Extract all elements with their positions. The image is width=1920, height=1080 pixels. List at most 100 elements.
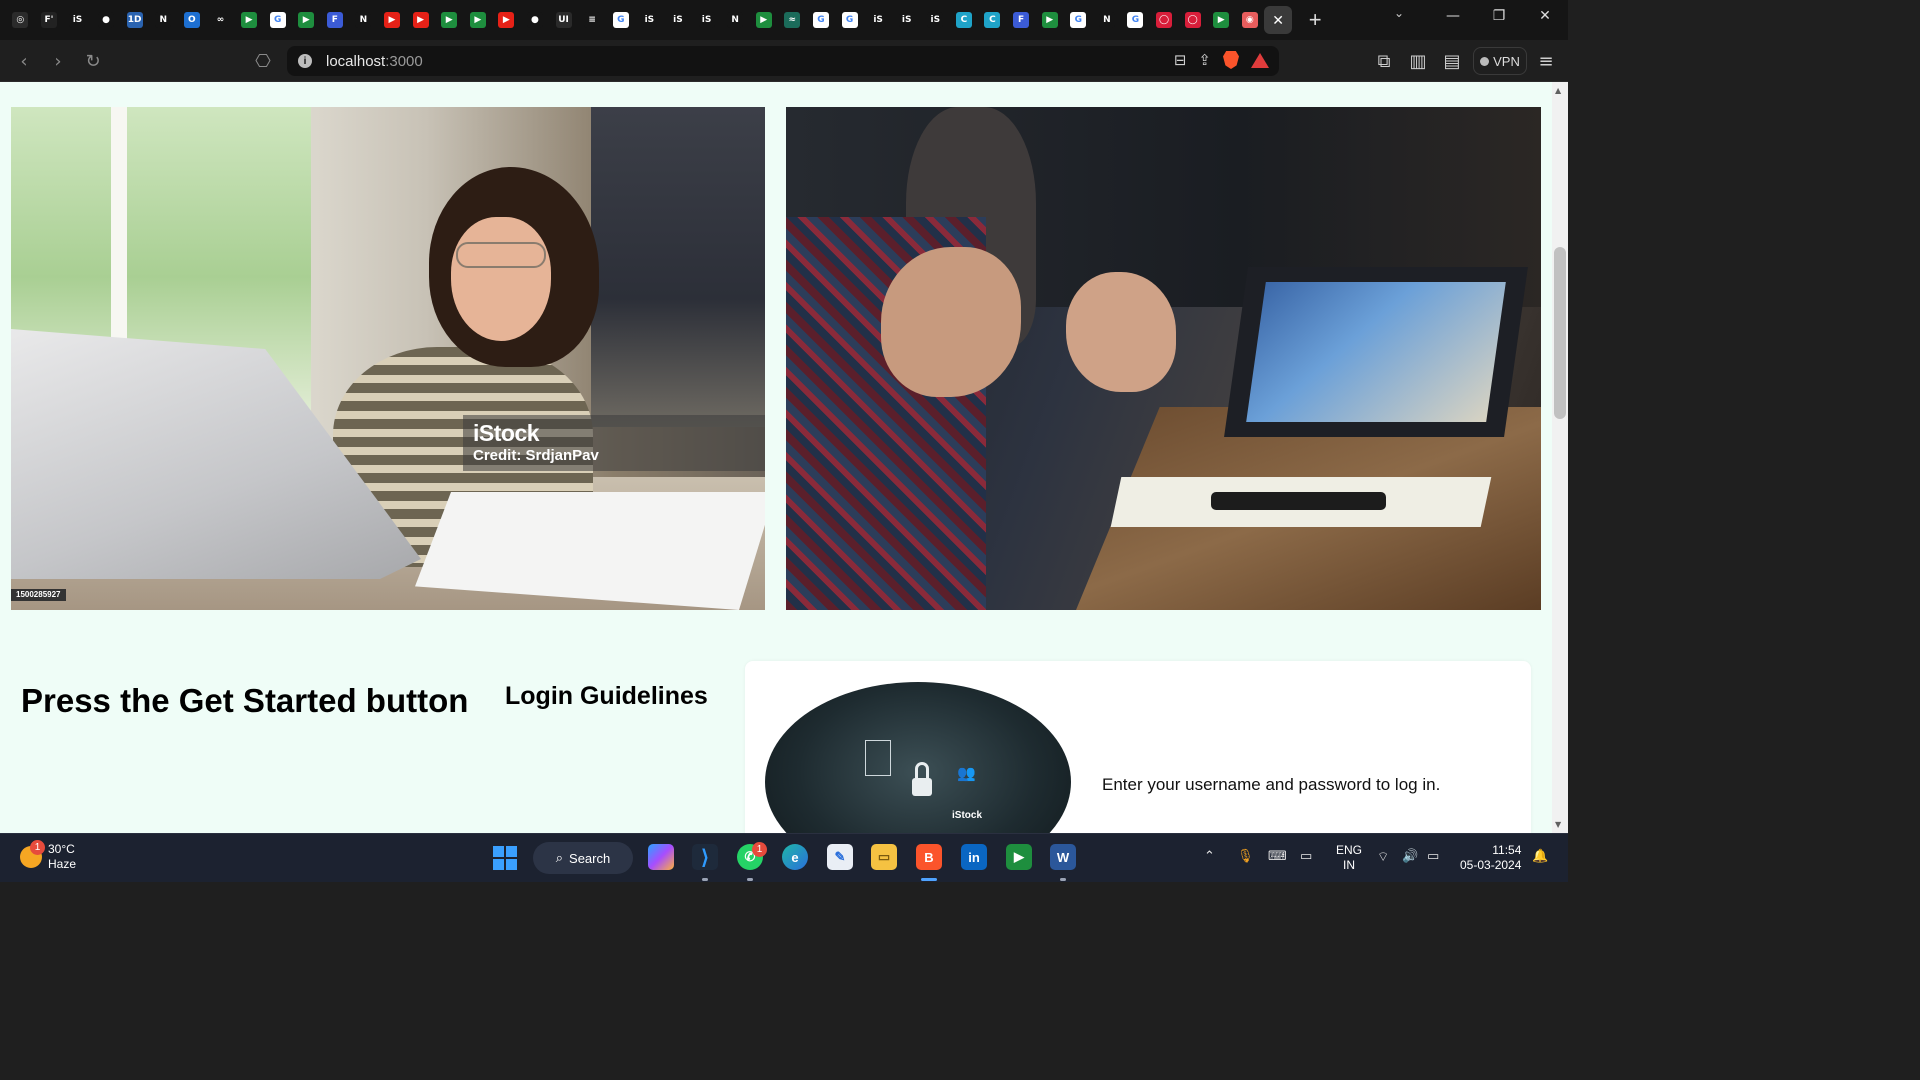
brave-rewards-icon[interactable] <box>1251 52 1269 68</box>
browser-tab[interactable]: ◉ <box>1236 6 1265 34</box>
browser-tab[interactable]: ▶ <box>492 6 521 34</box>
close-tab-icon[interactable]: ✕ <box>1272 12 1284 29</box>
browser-tab[interactable]: ▶ <box>464 6 493 34</box>
browser-tab[interactable]: ● <box>521 6 550 34</box>
taskbar-search[interactable]: ⌕ Search <box>533 842 633 874</box>
chatgpt-icon: ◎ <box>12 12 29 28</box>
browser-tab[interactable]: ▶ <box>292 6 321 34</box>
browser-tab[interactable]: F <box>321 6 350 34</box>
browser-tab[interactable]: C <box>950 6 979 34</box>
browser-tab[interactable]: iS <box>921 6 950 34</box>
web-icon: ≈ <box>784 12 801 28</box>
site-info-icon[interactable]: i <box>298 54 312 68</box>
active-tab[interactable]: ✕ <box>1264 6 1293 34</box>
browser-tab[interactable]: ≈ <box>778 6 807 34</box>
url-text[interactable]: localhost:3000 <box>326 53 423 70</box>
browser-tab[interactable]: G <box>606 6 635 34</box>
browser-tab[interactable]: N <box>721 6 750 34</box>
browser-tab[interactable]: G <box>1121 6 1150 34</box>
browser-tab[interactable]: G <box>1064 6 1093 34</box>
browser-tab[interactable]: iS <box>664 6 693 34</box>
edge-icon[interactable]: e <box>782 844 808 870</box>
linkedin-icon[interactable]: in <box>961 844 987 870</box>
forms-icon: F <box>326 12 343 28</box>
extensions-icon[interactable]: ⧉ <box>1373 50 1395 72</box>
new-tab-button[interactable]: + <box>1300 6 1330 34</box>
scroll-down-icon[interactable]: ▼ <box>1555 820 1561 829</box>
back-icon[interactable]: ‹ <box>13 50 35 72</box>
start-icon[interactable] <box>493 846 517 870</box>
browser-tab[interactable]: N <box>349 6 378 34</box>
browser-tab[interactable]: G <box>835 6 864 34</box>
scrollbar[interactable]: ▲ ▼ <box>1552 82 1568 833</box>
browser-tab[interactable]: ◎ <box>6 6 35 34</box>
browser-tab[interactable]: ▶ <box>749 6 778 34</box>
browser-tab[interactable]: iS <box>635 6 664 34</box>
browser-tab[interactable]: O <box>178 6 207 34</box>
scroll-up-icon[interactable]: ▲ <box>1555 86 1561 95</box>
browser-tab[interactable]: G <box>807 6 836 34</box>
restore-icon[interactable]: ❐ <box>1476 8 1522 24</box>
battery-icon[interactable]: ▭ <box>1427 849 1439 864</box>
wifi-icon[interactable]: ⌔ <box>1377 849 1389 865</box>
browser-tab[interactable]: iS <box>63 6 92 34</box>
notepad-icon[interactable]: ✎ <box>827 844 853 870</box>
tab-search-chevron-icon[interactable]: ⌄ <box>1394 6 1404 20</box>
copilot-icon[interactable] <box>648 844 674 870</box>
browser-tab[interactable]: G <box>263 6 292 34</box>
meet-icon[interactable]: ▶ <box>1006 844 1032 870</box>
browser-tab[interactable]: ▶ <box>406 6 435 34</box>
browser-tab[interactable]: iS <box>864 6 893 34</box>
browser-tab[interactable]: N <box>1093 6 1122 34</box>
vscode-icon[interactable]: ⟩ <box>692 844 718 870</box>
clock[interactable]: 11:54 05-03-2024 <box>1460 843 1521 873</box>
browser-tab[interactable]: iS <box>692 6 721 34</box>
minimize-icon[interactable]: — <box>1430 8 1476 24</box>
file-explorer-icon[interactable]: ▭ <box>871 844 897 870</box>
vpn-button[interactable]: VPN <box>1473 47 1527 75</box>
close-window-icon[interactable]: ✕ <box>1522 8 1568 24</box>
weather-widget[interactable]: 1 30°C Haze <box>20 840 76 872</box>
share-icon[interactable]: ⇪ <box>1198 51 1211 69</box>
tray-overflow-icon[interactable]: ⌃ <box>1204 849 1215 864</box>
browser-tab[interactable]: ▶ <box>235 6 264 34</box>
github-icon: ● <box>526 12 543 28</box>
browser-tab[interactable]: 1D <box>120 6 149 34</box>
address-bar[interactable]: i localhost:3000 ⊟ ⇪ <box>287 46 1279 76</box>
browser-tab[interactable]: iS <box>892 6 921 34</box>
scrollbar-thumb[interactable] <box>1554 247 1566 419</box>
browser-tab[interactable]: ▶ <box>378 6 407 34</box>
browser-tab[interactable]: F <box>1007 6 1036 34</box>
volume-icon[interactable]: 🔊 <box>1402 849 1418 864</box>
keyboard-icon[interactable]: ⌨ <box>1268 849 1287 864</box>
brave-icon[interactable]: B <box>916 844 942 870</box>
forward-icon[interactable]: › <box>47 50 69 72</box>
browser-tab[interactable]: UI <box>549 6 578 34</box>
brave-shields-icon[interactable] <box>1223 51 1239 69</box>
youtube-icon: ▶ <box>412 12 429 28</box>
browser-tab[interactable]: F' <box>35 6 64 34</box>
wallet-icon[interactable]: ▤ <box>1441 50 1463 72</box>
browser-tab[interactable]: ◯ <box>1150 6 1179 34</box>
language-indicator[interactable]: ENG IN <box>1336 843 1362 873</box>
browser-tab[interactable]: ◯ <box>1178 6 1207 34</box>
guideline-text: Enter your username and password to log … <box>1102 775 1441 794</box>
microphone-icon[interactable]: 🎙 <box>1237 849 1254 864</box>
browser-tab[interactable]: ● <box>92 6 121 34</box>
sidebar-icon[interactable]: ▥ <box>1407 50 1429 72</box>
reload-icon[interactable]: ↻ <box>82 50 104 72</box>
notification-bell-icon[interactable]: 🔔 <box>1532 849 1548 864</box>
browser-tab[interactable]: N <box>149 6 178 34</box>
browser-tab[interactable]: ▶ <box>435 6 464 34</box>
browser-tab[interactable]: ≡ <box>578 6 607 34</box>
word-icon[interactable]: W <box>1050 844 1076 870</box>
install-app-icon[interactable]: ⊟ <box>1174 51 1187 69</box>
menu-icon[interactable]: ≡ <box>1535 50 1557 72</box>
browser-tab[interactable]: ∞ <box>206 6 235 34</box>
browser-tab-strip: ◎ F' iS ● 1D N O ∞ ▶ G ▶ F N ▶ ▶ ▶ ▶ ▶ ● UI ≡ GiS iS iS N ▶ ≈ G GiS i… <box>0 0 1568 40</box>
display-icon[interactable]: ▭ <box>1300 849 1312 864</box>
browser-tab[interactable]: ▶ <box>1035 6 1064 34</box>
browser-tab[interactable]: ▶ <box>1207 6 1236 34</box>
browser-tab[interactable]: C <box>978 6 1007 34</box>
bookmark-icon[interactable]: ⎔ <box>252 50 274 72</box>
